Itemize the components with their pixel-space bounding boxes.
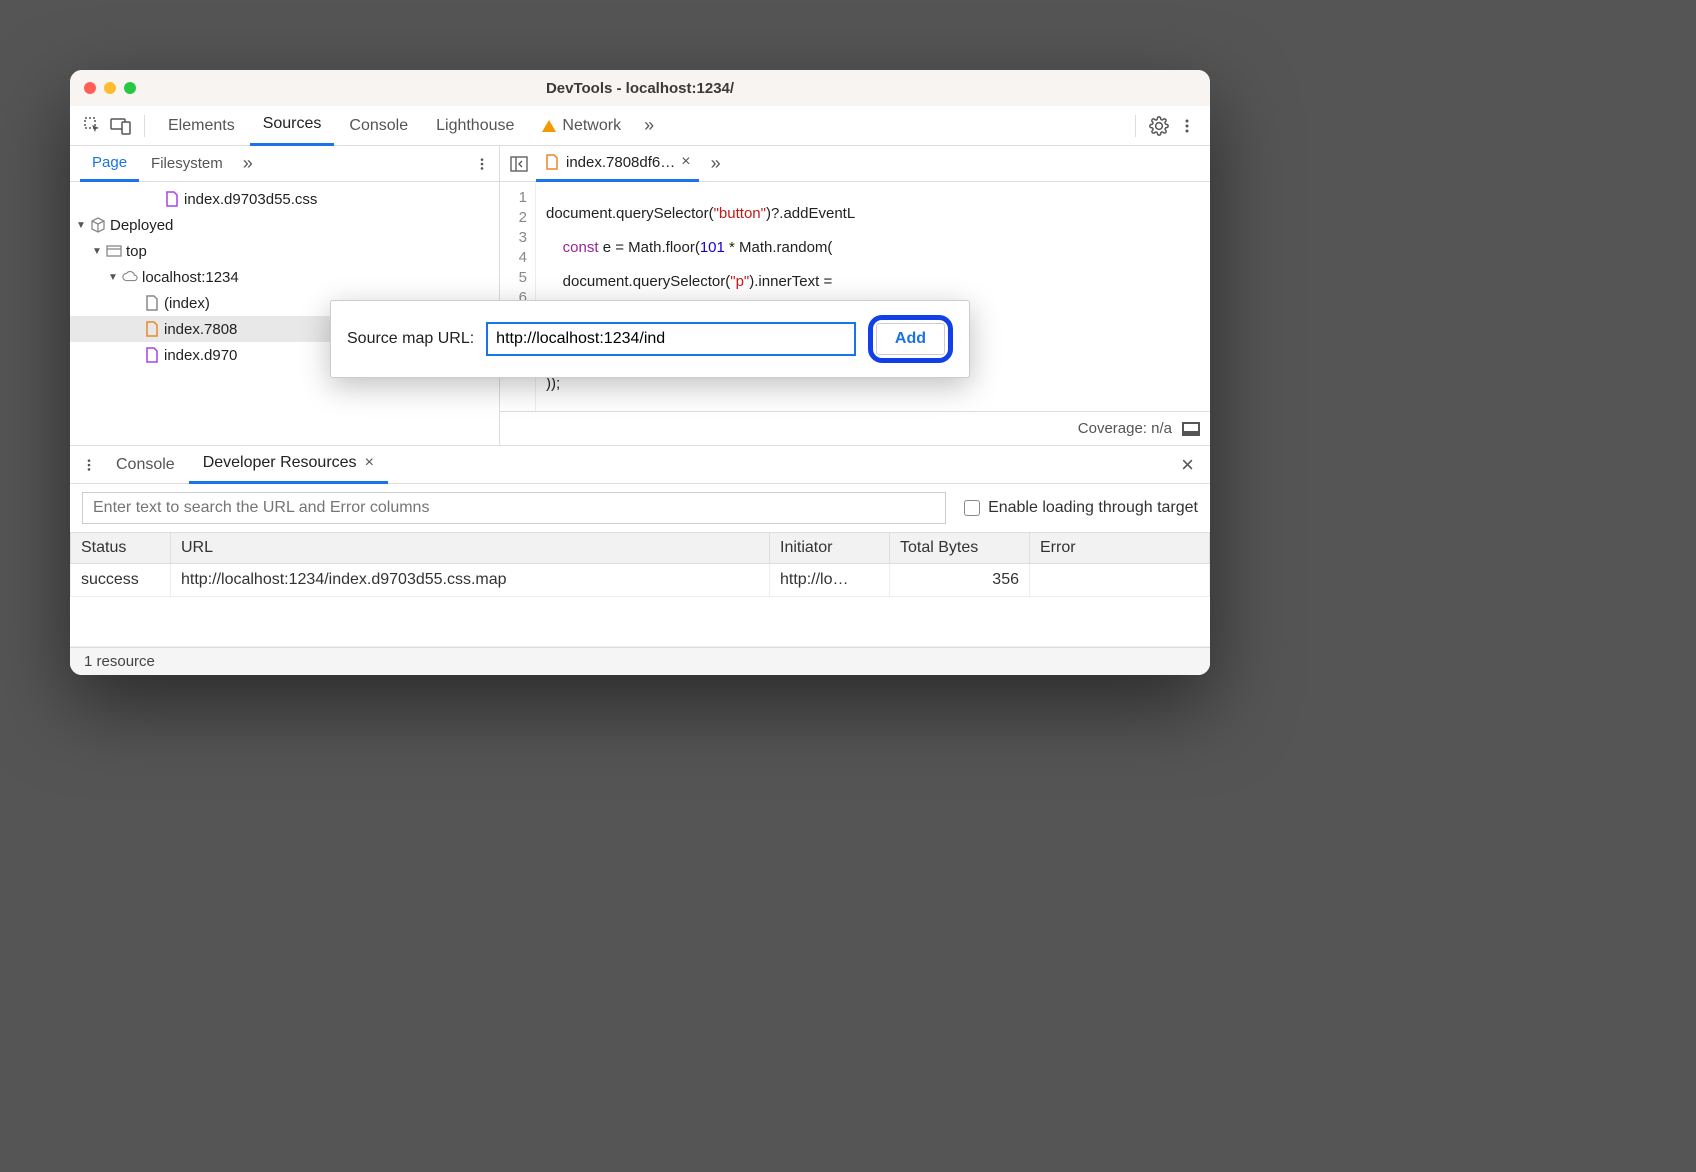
- cloud-icon: [122, 269, 138, 285]
- drawer: Console Developer Resources × × Enable l…: [70, 446, 1210, 675]
- file-icon: [164, 191, 180, 207]
- enable-loading-checkbox[interactable]: Enable loading through target: [964, 499, 1198, 517]
- tree-file-css[interactable]: index.d9703d55.css: [70, 186, 499, 212]
- editor-tabs: index.7808df6… × »: [500, 146, 1210, 182]
- minimize-window-button[interactable]: [104, 82, 116, 94]
- editor-tab-active[interactable]: index.7808df6… ×: [536, 146, 699, 182]
- editor-pane: index.7808df6… × » 1234567 document.quer…: [500, 146, 1210, 445]
- editor-footer: Coverage: n/a: [500, 411, 1210, 445]
- chevron-down-icon: ▼: [76, 220, 86, 231]
- file-icon: [144, 347, 160, 363]
- devtools-window: DevTools - localhost:1234/ Elements Sour…: [70, 70, 1210, 675]
- drawer-tab-devres[interactable]: Developer Resources ×: [189, 446, 388, 484]
- file-icon: [144, 295, 160, 311]
- table-row[interactable]: success http://localhost:1234/index.d970…: [71, 564, 1210, 597]
- frame-icon: [106, 243, 122, 259]
- drawer-toolbar: Enable loading through target: [70, 484, 1210, 532]
- tab-network[interactable]: Network: [529, 106, 634, 146]
- close-drawer-icon[interactable]: ×: [1171, 452, 1204, 478]
- add-button-highlight: Add: [868, 315, 953, 363]
- kebab-menu-icon[interactable]: [1174, 113, 1200, 139]
- settings-gear-icon[interactable]: [1146, 113, 1172, 139]
- subtab-page[interactable]: Page: [80, 146, 139, 182]
- source-map-url-input[interactable]: [486, 322, 856, 356]
- coverage-label: Coverage: n/a: [1078, 420, 1172, 437]
- navigator-pane: Page Filesystem » index.d9703d55.css ▼ D…: [70, 146, 500, 445]
- close-tab-icon[interactable]: ×: [681, 153, 690, 171]
- search-input[interactable]: [82, 492, 946, 524]
- add-button[interactable]: Add: [876, 323, 945, 355]
- subtab-filesystem[interactable]: Filesystem: [139, 146, 235, 182]
- main-toolbar: Elements Sources Console Lighthouse Netw…: [70, 106, 1210, 146]
- tab-sources[interactable]: Sources: [250, 106, 335, 146]
- col-url[interactable]: URL: [171, 533, 770, 564]
- chevron-down-icon: ▼: [92, 246, 102, 257]
- col-total-bytes[interactable]: Total Bytes: [890, 533, 1030, 564]
- table-row-empty: [71, 597, 1210, 647]
- drawer-menu-icon[interactable]: [76, 452, 102, 478]
- more-subtabs-icon[interactable]: »: [235, 153, 261, 174]
- close-drawer-tab-icon[interactable]: ×: [365, 454, 374, 472]
- tab-elements[interactable]: Elements: [155, 106, 248, 146]
- tree-host[interactable]: ▼ localhost:1234: [70, 264, 499, 290]
- titlebar: DevTools - localhost:1234/: [70, 70, 1210, 106]
- file-icon: [144, 321, 160, 337]
- tab-console[interactable]: Console: [336, 106, 421, 146]
- drawer-tab-console[interactable]: Console: [102, 446, 189, 484]
- col-initiator[interactable]: Initiator: [770, 533, 890, 564]
- col-error[interactable]: Error: [1030, 533, 1210, 564]
- tab-lighthouse[interactable]: Lighthouse: [423, 106, 527, 146]
- navigator-menu-icon[interactable]: [469, 151, 495, 177]
- tree-top[interactable]: ▼ top: [70, 238, 499, 264]
- cube-icon: [90, 217, 106, 233]
- toggle-navigator-icon[interactable]: [506, 151, 532, 177]
- drawer-statusbar: 1 resource: [70, 647, 1210, 675]
- source-map-label: Source map URL:: [347, 330, 474, 348]
- main-area: Page Filesystem » index.d9703d55.css ▼ D…: [70, 146, 1210, 446]
- chevron-down-icon: ▼: [108, 272, 118, 283]
- more-editor-tabs-icon[interactable]: »: [703, 153, 729, 174]
- resources-table: Status URL Initiator Total Bytes Error s…: [70, 532, 1210, 647]
- drawer-tabs: Console Developer Resources × ×: [70, 446, 1210, 484]
- warning-icon: [542, 120, 556, 132]
- close-window-button[interactable]: [84, 82, 96, 94]
- checkbox-icon: [964, 500, 980, 516]
- window-title: DevTools - localhost:1234/: [70, 80, 1210, 97]
- file-icon: [544, 154, 560, 170]
- window-controls: [84, 82, 136, 94]
- tree-deployed[interactable]: ▼ Deployed: [70, 212, 499, 238]
- source-map-dialog: Source map URL: Add: [330, 300, 970, 378]
- more-tabs-icon[interactable]: »: [636, 115, 662, 136]
- device-toggle-icon[interactable]: [108, 113, 134, 139]
- coverage-toggle-icon[interactable]: [1182, 422, 1200, 436]
- inspect-icon[interactable]: [80, 113, 106, 139]
- zoom-window-button[interactable]: [124, 82, 136, 94]
- col-status[interactable]: Status: [71, 533, 171, 564]
- navigator-tabs: Page Filesystem »: [70, 146, 499, 182]
